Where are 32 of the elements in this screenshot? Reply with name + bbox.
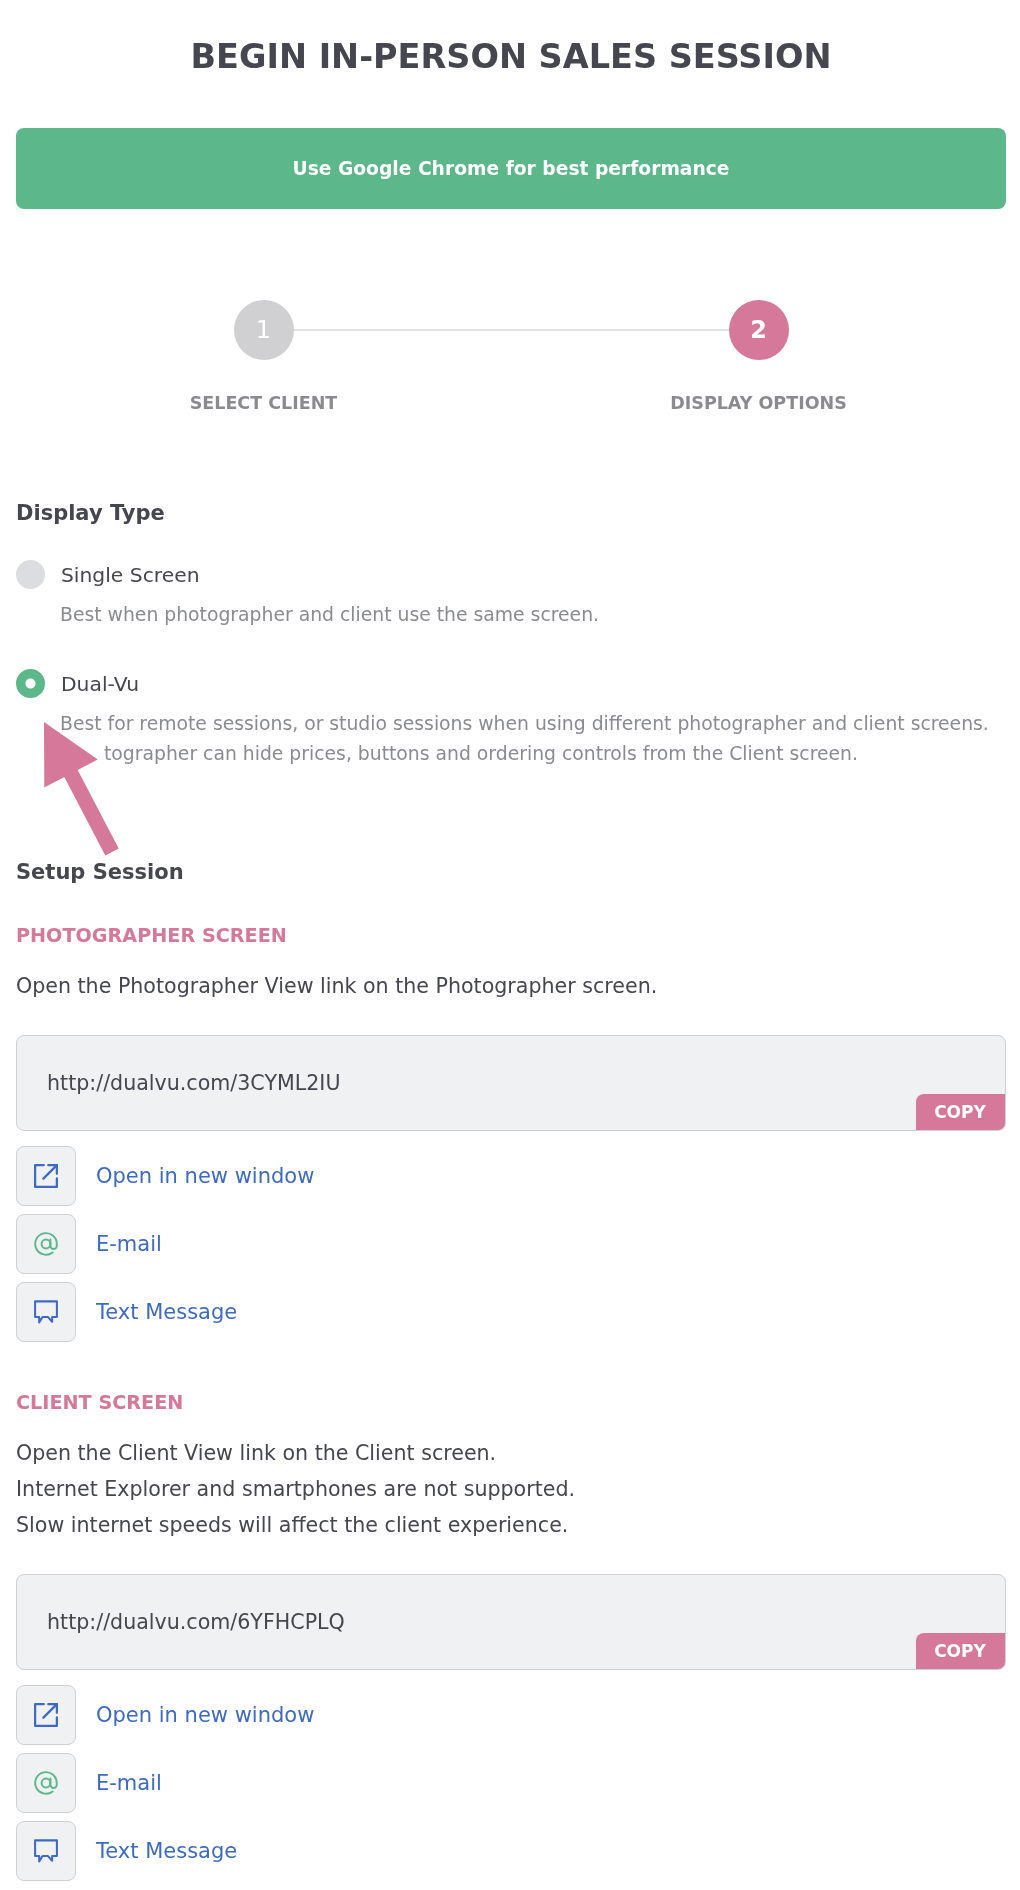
instruction-text: Slow internet speeds will affect the client experience. <box>16 1512 569 1539</box>
action-link[interactable]: Open in new window <box>96 1703 315 1727</box>
action-link[interactable]: Open in new window <box>96 1164 315 1188</box>
screen-heading: PHOTOGRAPHER SCREEN <box>16 925 287 947</box>
step-label: DISPLAY OPTIONS <box>670 392 847 414</box>
option-description: Best for remote sessions, or studio sessions when using different photographer and client screens. <box>60 712 989 736</box>
instruction-text: Open the Client View link on the Client screen. <box>16 1440 497 1467</box>
option-description: Best when photographer and client use the same screen. <box>60 603 600 627</box>
instruction-text: Internet Explorer and smartphones are not supported. <box>16 1476 576 1503</box>
option-label[interactable]: Single Screen <box>61 562 200 587</box>
page-title: BEGIN IN-PERSON SALES SESSION <box>190 37 832 77</box>
external-link-icon[interactable] <box>16 1685 76 1745</box>
section-heading: Display Type <box>16 500 165 526</box>
option-label[interactable]: Dual-Vu <box>61 671 139 696</box>
radio-button[interactable] <box>16 669 45 698</box>
option-description: tographer can hide prices, buttons and ordering controls from the Client screen. <box>104 742 858 766</box>
copy-button[interactable]: COPY <box>915 1632 1005 1669</box>
step-number[interactable]: 2 <box>728 300 789 360</box>
radio-button[interactable] <box>16 560 45 589</box>
screen-heading: CLIENT SCREEN <box>16 1392 184 1414</box>
speech-bubble-icon[interactable] <box>16 1282 76 1342</box>
instruction-text: Open the Photographer View link on the Photographer screen. <box>16 973 658 1000</box>
speech-bubble-icon[interactable] <box>16 1821 76 1881</box>
external-link-icon[interactable] <box>16 1146 76 1206</box>
section-heading: Setup Session <box>16 859 184 885</box>
copy-button[interactable]: COPY <box>915 1093 1005 1130</box>
action-link[interactable]: Text Message <box>96 1839 238 1863</box>
step-label: SELECT CLIENT <box>189 392 338 414</box>
notice-banner: Use Google Chrome for best performance <box>16 128 1006 209</box>
action-link[interactable]: Text Message <box>96 1300 238 1324</box>
action-link[interactable]: E-mail <box>96 1232 162 1256</box>
action-link[interactable]: E-mail <box>96 1771 162 1795</box>
